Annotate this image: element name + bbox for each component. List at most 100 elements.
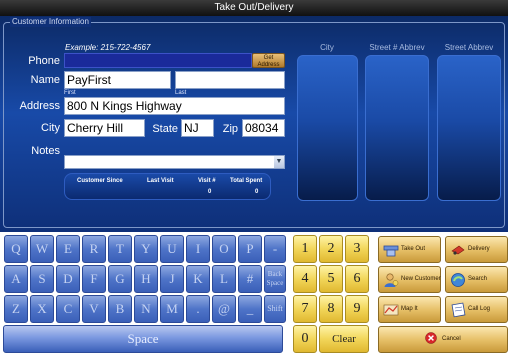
key-z[interactable]: Z: [4, 295, 28, 323]
map-icon: [383, 304, 399, 316]
key-period[interactable]: .: [186, 295, 210, 323]
key-h[interactable]: H: [134, 265, 158, 293]
first-caption: First: [64, 90, 76, 96]
key-dash[interactable]: -: [264, 235, 286, 263]
key-p[interactable]: P: [238, 235, 262, 263]
total-spent-label: Total Spent: [230, 178, 263, 184]
city-column-header: City: [320, 43, 334, 52]
street-list[interactable]: [437, 55, 501, 201]
zip-input[interactable]: 08034: [242, 119, 285, 137]
key-c[interactable]: C: [56, 295, 80, 323]
key-0[interactable]: 0: [293, 325, 317, 353]
shift-key[interactable]: Shift: [264, 295, 286, 323]
key-at[interactable]: @: [212, 295, 236, 323]
key-x[interactable]: X: [30, 295, 54, 323]
first-name-input[interactable]: PayFirst: [64, 71, 171, 89]
clear-key[interactable]: Clear: [319, 325, 369, 353]
visit-count-label: Visit #: [198, 178, 216, 184]
key-r[interactable]: R: [82, 235, 106, 263]
get-address-label: Get Address: [257, 55, 280, 68]
key-u[interactable]: U: [160, 235, 184, 263]
notepad-icon: [451, 302, 466, 318]
search-button[interactable]: Search: [445, 266, 508, 293]
key-7[interactable]: 7: [293, 295, 317, 323]
notes-dropdown[interactable]: ▼: [64, 155, 285, 169]
key-g[interactable]: G: [108, 265, 132, 293]
key-q[interactable]: Q: [4, 235, 28, 263]
customer-panel: Customer Information Example: 215-722-45…: [0, 16, 508, 232]
call-log-button[interactable]: Call Log: [445, 296, 508, 323]
key-e[interactable]: E: [56, 235, 80, 263]
phone-input[interactable]: [64, 53, 252, 68]
key-w[interactable]: W: [30, 235, 54, 263]
cancel-icon: [425, 332, 438, 345]
map-it-button[interactable]: Map It: [378, 296, 441, 323]
last-caption: Last: [175, 90, 187, 96]
key-2[interactable]: 2: [319, 235, 343, 263]
state-input[interactable]: NJ: [181, 119, 214, 137]
on-screen-keyboard: Q W E R T Y U I O P - A S D F G H J K L …: [0, 232, 508, 354]
key-5[interactable]: 5: [319, 265, 343, 293]
group-label: Customer Information: [10, 17, 91, 27]
city-input[interactable]: Cherry Hill: [64, 119, 145, 137]
phone-label: Phone: [28, 55, 60, 67]
visit-count-value: 0: [208, 189, 212, 195]
zip-label: Zip: [222, 123, 238, 135]
customer-since-label: Customer Since: [77, 178, 123, 184]
name-label: Name: [30, 74, 60, 86]
city-list[interactable]: [297, 55, 358, 201]
new-customer-button[interactable]: New Customer: [378, 266, 441, 293]
key-d[interactable]: D: [56, 265, 80, 293]
backspace-key[interactable]: Back Space: [264, 265, 286, 293]
key-a[interactable]: A: [4, 265, 28, 293]
address-label: Address: [19, 100, 60, 112]
take-out-label: Take Out: [401, 246, 426, 252]
user-icon: [384, 273, 399, 287]
key-n[interactable]: N: [134, 295, 158, 323]
street-num-list[interactable]: [365, 55, 429, 201]
key-hash[interactable]: #: [238, 265, 262, 293]
call-log-label: Call Log: [468, 306, 491, 312]
address-input[interactable]: 800 N Kings Highway: [64, 97, 285, 115]
key-k[interactable]: K: [186, 265, 210, 293]
customer-stats: Customer Since Last Visit Visit # Total …: [64, 173, 271, 200]
key-t[interactable]: T: [108, 235, 132, 263]
take-out-button[interactable]: Take Out: [378, 236, 441, 263]
key-m[interactable]: M: [160, 295, 184, 323]
last-visit-label: Last Visit: [147, 178, 174, 184]
key-o[interactable]: O: [212, 235, 236, 263]
chevron-down-icon[interactable]: ▼: [274, 156, 284, 168]
key-4[interactable]: 4: [293, 265, 317, 293]
delivery-label: Delivery: [468, 246, 490, 252]
key-8[interactable]: 8: [319, 295, 343, 323]
key-s[interactable]: S: [30, 265, 54, 293]
key-j[interactable]: J: [160, 265, 184, 293]
window-title: Take Out/Delivery: [0, 0, 508, 16]
total-spent-value: 0: [255, 189, 259, 195]
key-9[interactable]: 9: [345, 295, 369, 323]
key-i[interactable]: I: [186, 235, 210, 263]
key-6[interactable]: 6: [345, 265, 369, 293]
key-b[interactable]: B: [108, 295, 132, 323]
key-1[interactable]: 1: [293, 235, 317, 263]
delivery-icon: [451, 245, 465, 255]
phone-example: Example: 215-722-4567: [65, 43, 151, 52]
space-key[interactable]: Space: [3, 325, 283, 353]
key-3[interactable]: 3: [345, 235, 369, 263]
key-f[interactable]: F: [82, 265, 106, 293]
city-label: City: [41, 122, 60, 134]
street-column-header: Street Abbrev: [444, 43, 494, 52]
state-label: State: [152, 123, 178, 135]
map-it-label: Map It: [401, 306, 418, 312]
key-underscore[interactable]: _: [238, 295, 262, 323]
key-l[interactable]: L: [212, 265, 236, 293]
key-y[interactable]: Y: [134, 235, 158, 263]
cancel-label: Cancel: [441, 336, 461, 342]
last-name-input[interactable]: [175, 71, 285, 89]
key-v[interactable]: V: [82, 295, 106, 323]
search-icon: [451, 273, 465, 287]
take-out-delivery-window: Take Out/Delivery Customer Information E…: [0, 0, 508, 354]
get-address-button[interactable]: Get Address: [252, 53, 285, 68]
delivery-button[interactable]: Delivery: [445, 236, 508, 263]
cancel-button[interactable]: Cancel: [378, 326, 508, 353]
